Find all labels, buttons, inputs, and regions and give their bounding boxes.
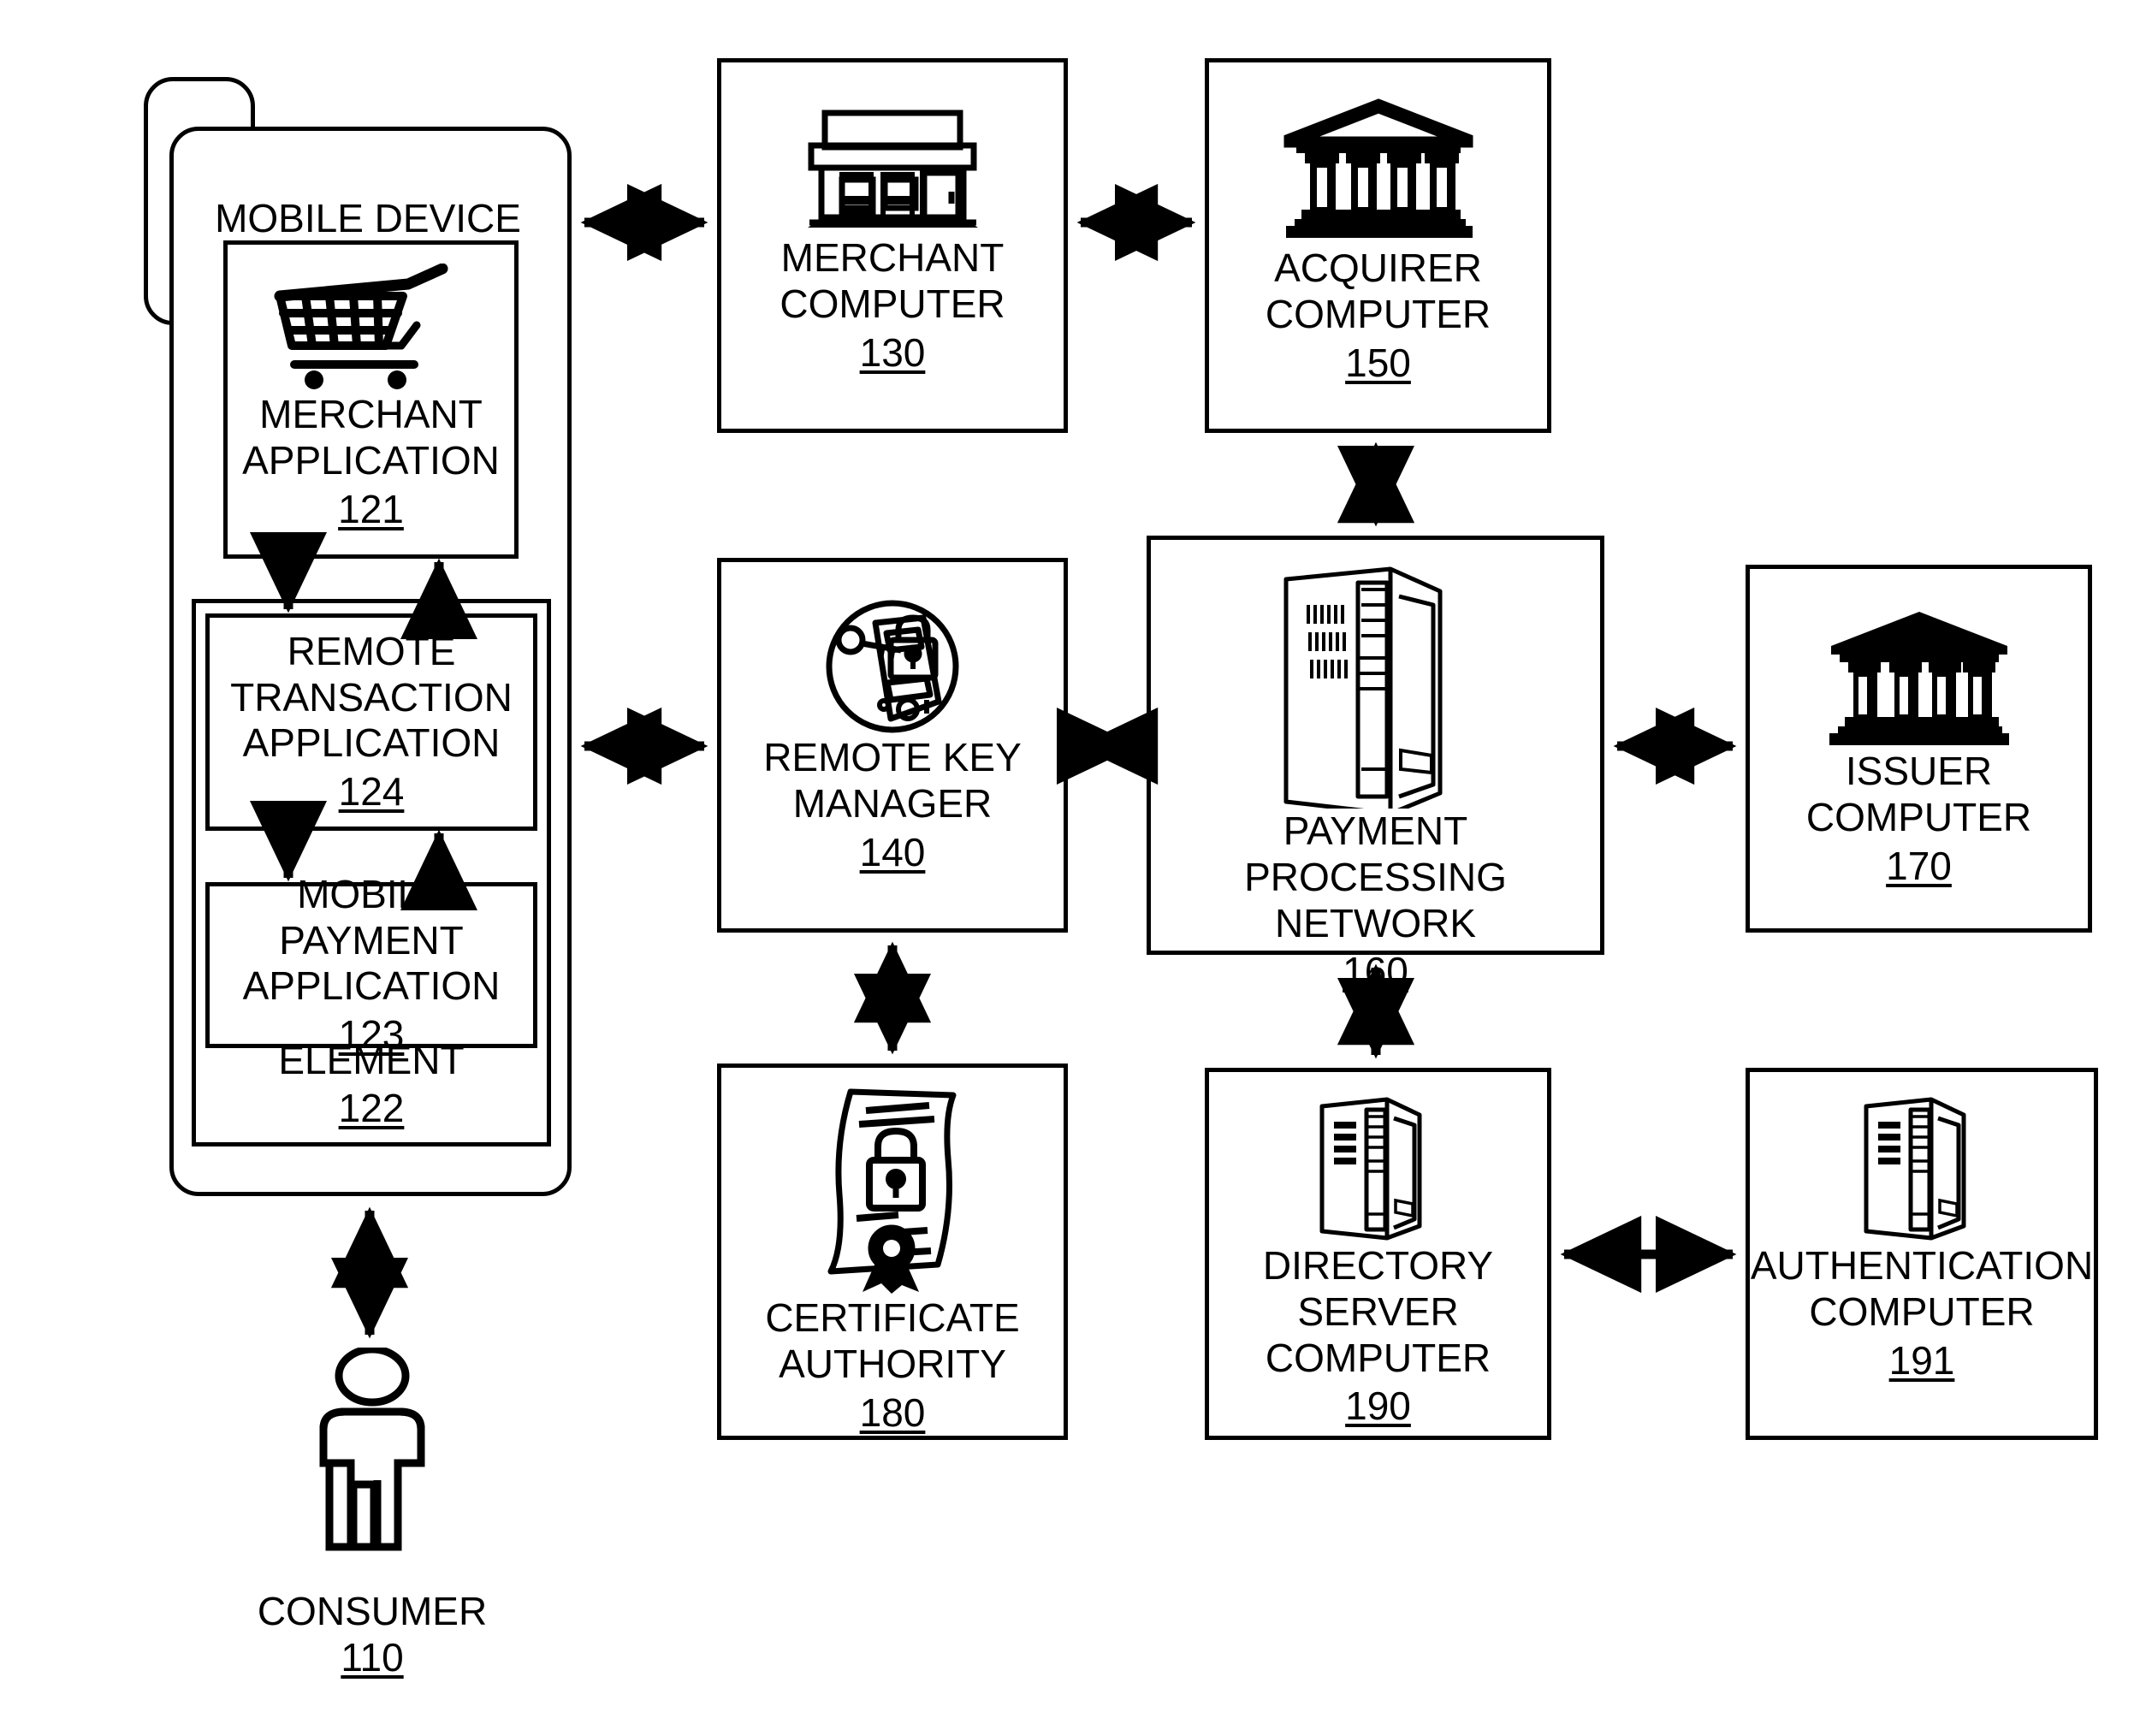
issuer-computer-box[interactable]: ISSUER COMPUTER 170 [1746,565,2092,933]
merchant-computer-label: MERCHANT COMPUTER [780,235,1005,326]
consumer-label: CONSUMER [257,1589,488,1633]
mobile-device-label: MOBILE DEVICE [215,195,521,240]
consumer-ref: 110 [341,1635,404,1680]
remote-transaction-application-label: REMOTE TRANSACTION APPLICATION [230,628,513,766]
mobile-payment-application-ref: 123 [338,1012,405,1058]
storefront-icon [801,107,985,235]
authentication-computer-ref: 191 [1888,1337,1955,1383]
merchant-computer-ref: 130 [859,329,926,375]
consumer-group[interactable]: CONSUMER 110 [257,1348,488,1680]
bank-building-icon [1826,607,2013,749]
person-figure-icon [257,1348,488,1574]
mobile-payment-application-box[interactable]: MOBILE PAYMENT APPLICATION 123 [205,872,537,1057]
remote-transaction-application-ref: 124 [338,769,405,815]
merchant-application-label: MERCHANT APPLICATION [242,392,500,483]
directory-server-computer-ref: 190 [1345,1383,1411,1429]
certificate-authority-ref: 180 [859,1389,926,1435]
remote-key-manager-label: REMOTE KEY MANAGER [763,735,1022,826]
issuer-computer-label: ISSUER COMPUTER [1805,749,2032,839]
payment-processing-network-box[interactable]: PAYMENT PROCESSING NETWORK 160 [1147,536,1604,993]
authentication-computer-box[interactable]: AUTHENTICATION COMPUTER 191 [1746,1068,2098,1440]
server-tower-icon [1269,564,1483,809]
certificate-authority-label: CERTIFICATE AUTHORITY [765,1295,1020,1386]
merchant-application-box[interactable]: MERCHANT APPLICATION 121 [223,240,519,559]
issuer-computer-ref: 170 [1886,843,1952,888]
authentication-computer-label: AUTHENTICATION COMPUTER [1750,1243,2094,1334]
acquirer-computer-box[interactable]: ACQUIRER COMPUTER 150 [1205,58,1551,433]
remote-key-manager-ref: 140 [859,829,926,874]
certificate-authority-box[interactable]: CERTIFICATE AUTHORITY 180 [717,1064,1068,1440]
bank-building-icon [1281,93,1476,246]
acquirer-computer-label: ACQUIRER COMPUTER [1265,246,1491,336]
server-tower-icon [1312,1096,1444,1243]
mobile-payment-application-label: MOBILE PAYMENT APPLICATION [242,871,501,1009]
phone-key-lock-icon [822,598,963,735]
shopping-cart-icon [273,264,470,392]
acquirer-computer-ref: 150 [1345,340,1411,385]
certificate-lock-icon [809,1083,976,1295]
payment-processing-network-label: PAYMENT PROCESSING NETWORK [1244,809,1507,945]
merchant-application-ref: 121 [338,486,404,531]
server-tower-icon [1856,1096,1989,1243]
directory-server-computer-box[interactable]: DIRECTORY SERVER COMPUTER 190 [1205,1068,1551,1440]
merchant-computer-box[interactable]: MERCHANT COMPUTER 130 [717,58,1068,433]
remote-key-manager-box[interactable]: REMOTE KEY MANAGER 140 [717,558,1068,933]
secure-element-ref: 122 [338,1085,405,1130]
remote-transaction-application-box[interactable]: REMOTE TRANSACTION APPLICATION 124 [205,613,537,831]
patent-figure: MOBILE DEVICE 120 MERCHANT APPLICATION 1… [0,0,2140,1736]
directory-server-computer-label: DIRECTORY SERVER COMPUTER [1262,1243,1494,1380]
payment-processing-network-ref: 160 [1343,949,1408,994]
